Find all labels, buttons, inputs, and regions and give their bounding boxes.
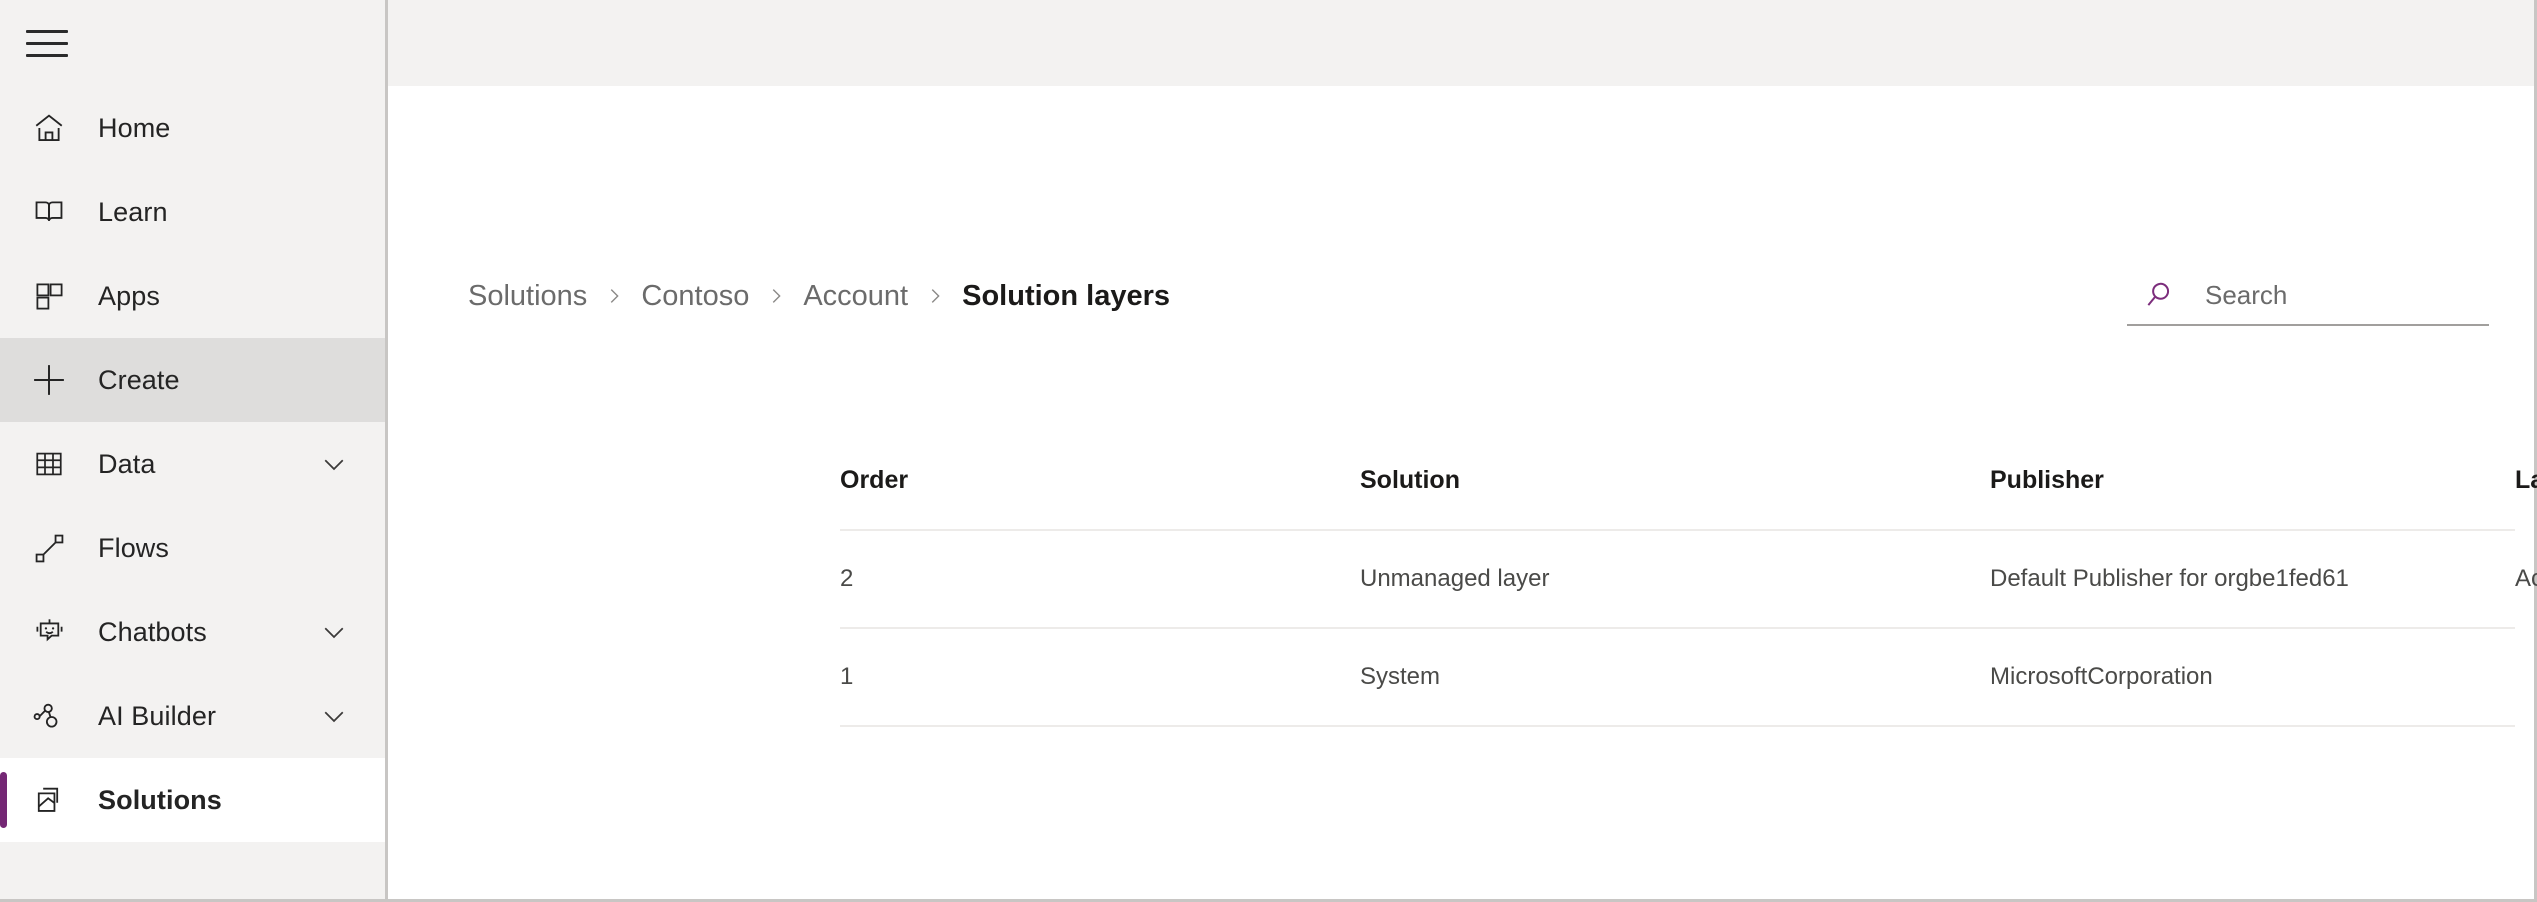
- sidebar-item-label: AI Builder: [98, 703, 216, 730]
- home-icon: [26, 105, 72, 151]
- chevron-right-icon: [587, 285, 641, 307]
- sidebar-item-label: Solutions: [98, 787, 222, 814]
- table-row[interactable]: 1 System MicrosoftCorporation: [840, 628, 2515, 726]
- table-icon: [26, 441, 72, 487]
- plus-icon: [26, 357, 72, 403]
- breadcrumb: Solutions Contoso Account: [468, 279, 1170, 314]
- sidebar-item-label: Apps: [98, 283, 160, 310]
- cell-solution: System: [1360, 628, 1990, 726]
- breadcrumb-item-solutions[interactable]: Solutions: [468, 279, 587, 314]
- hamburger-bar: [26, 54, 68, 57]
- column-header-order[interactable]: Order: [840, 466, 1360, 530]
- cell-order: 1: [840, 628, 1360, 726]
- breadcrumb-item-solution-layers: Solution layers: [962, 279, 1170, 314]
- sidebar-item-label: Chatbots: [98, 619, 207, 646]
- sidebar-item-home[interactable]: Home: [0, 86, 385, 170]
- ai-nodes-icon: [26, 693, 72, 739]
- hamburger-bar: [26, 42, 68, 45]
- sidebar-item-flows[interactable]: Flows: [0, 506, 385, 590]
- robot-icon: [26, 609, 72, 655]
- sidebar-item-label: Learn: [98, 199, 168, 226]
- sidebar-item-label: Flows: [98, 535, 169, 562]
- hamburger-menu-container: [0, 0, 385, 86]
- top-command-bar: [388, 0, 2534, 86]
- breadcrumb-item-account[interactable]: Account: [803, 279, 908, 314]
- table-header-row: Order Solution Publisher Layer status: [840, 466, 2515, 530]
- cell-publisher: Default Publisher for orgbe1fed61: [1990, 530, 2515, 628]
- sidebar-item-ai-builder[interactable]: AI Builder: [0, 674, 385, 758]
- flows-icon: [26, 525, 72, 571]
- search-box[interactable]: [2127, 266, 2489, 326]
- chevron-down-icon[interactable]: [319, 449, 349, 479]
- chevron-right-icon: [908, 285, 962, 307]
- sidebar-nav-list: Home Learn: [0, 86, 385, 842]
- main-area: Solutions Contoso Account: [388, 0, 2534, 899]
- cell-publisher: MicrosoftCorporation: [1990, 628, 2515, 726]
- chevron-right-icon: [749, 285, 803, 307]
- table-header: Order Solution Publisher Layer status: [840, 466, 2515, 530]
- sidebar-item-label: Home: [98, 115, 170, 142]
- chevron-down-icon[interactable]: [319, 617, 349, 647]
- column-header-publisher[interactable]: Publisher: [1990, 466, 2515, 530]
- cell-solution: Unmanaged layer: [1360, 530, 1990, 628]
- cell-order: 2: [840, 530, 1360, 628]
- hamburger-bar: [26, 30, 68, 33]
- page-header-row: Solutions Contoso Account: [468, 266, 2489, 326]
- solutions-icon: [26, 777, 72, 823]
- sidebar-item-chatbots[interactable]: Chatbots: [0, 590, 385, 674]
- solution-layers-table: Order Solution Publisher Layer status 2 …: [840, 466, 2515, 727]
- sidebar-item-label: Data: [98, 451, 155, 478]
- sidebar-item-data[interactable]: Data: [0, 422, 385, 506]
- table-body: 2 Unmanaged layer Default Publisher for …: [840, 530, 2515, 726]
- page-content: Solutions Contoso Account: [388, 86, 2534, 899]
- column-header-solution[interactable]: Solution: [1360, 466, 1990, 530]
- search-input[interactable]: [2205, 274, 2445, 316]
- sidebar-item-apps[interactable]: Apps: [0, 254, 385, 338]
- apps-grid-icon: [26, 273, 72, 319]
- selected-indicator-bar: [0, 772, 7, 828]
- sidebar-item-solutions[interactable]: Solutions: [0, 758, 385, 842]
- book-icon: [26, 189, 72, 235]
- sidebar-item-learn[interactable]: Learn: [0, 170, 385, 254]
- hamburger-menu-icon[interactable]: [22, 18, 72, 68]
- left-navigation-sidebar: Home Learn: [0, 0, 388, 899]
- solution-layers-table-container: Order Solution Publisher Layer status 2 …: [840, 466, 2507, 727]
- breadcrumb-item-contoso[interactable]: Contoso: [641, 279, 749, 314]
- sidebar-item-label: Create: [98, 367, 180, 394]
- chevron-down-icon[interactable]: [319, 701, 349, 731]
- app-root: Home Learn: [0, 0, 2537, 902]
- sidebar-item-create[interactable]: Create: [0, 338, 385, 422]
- table-row[interactable]: 2 Unmanaged layer Default Publisher for …: [840, 530, 2515, 628]
- search-icon: [2141, 277, 2177, 313]
